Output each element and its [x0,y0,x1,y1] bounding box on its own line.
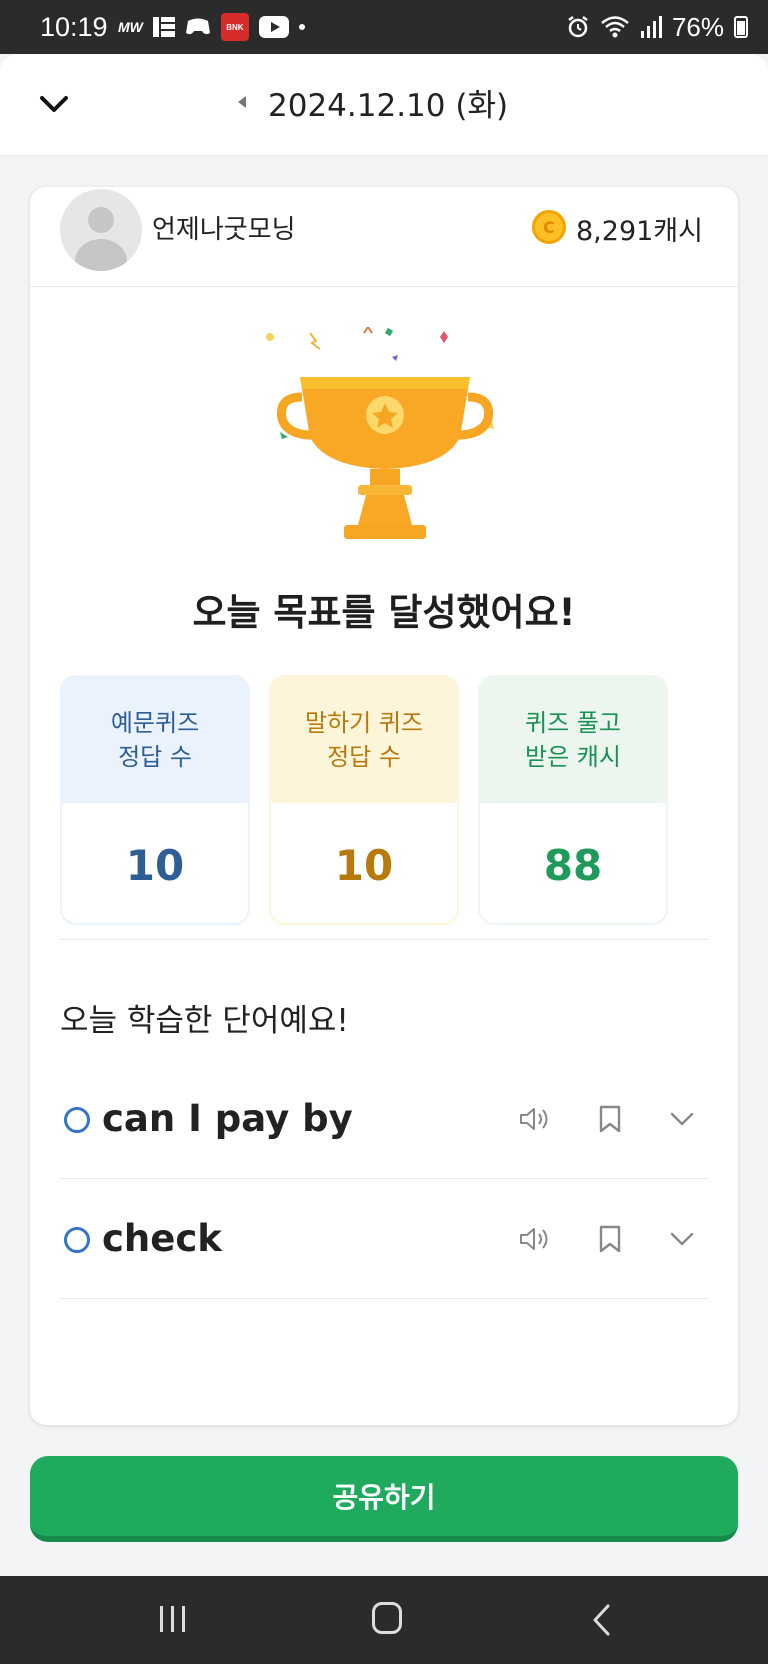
stat-label-line2: 정답 수 [118,743,192,771]
trophy-icon [266,327,494,539]
coin-icon: C [532,210,566,244]
stat-label: 말하기 퀴즈 정답 수 [271,677,457,803]
circle-icon [64,1107,90,1133]
stat-example-quiz: 예문퀴즈 정답 수 10 [60,675,250,925]
news-grid-icon [152,17,175,37]
result-card: 언제나굿모닝 C 8,291캐시 오늘 목표를 달성했어요! 예문퀴즈 정답 수… [30,187,738,1425]
stat-value: 10 [62,803,248,923]
learned-words-title: 오늘 학습한 단어예요! [60,1003,349,1039]
avatar [60,189,142,271]
dot-icon [298,24,305,30]
stat-label: 퀴즈 풀고 받은 캐시 [480,677,666,803]
header: 2024.12.10 (화) [0,54,768,156]
chevron-down-icon[interactable] [664,1221,700,1257]
home-icon[interactable] [372,1602,402,1634]
status-time: 10:19 [40,12,108,42]
previous-date-icon[interactable] [238,96,246,108]
stat-value: 10 [271,803,457,923]
notification-icons: MW BNK [118,13,305,41]
profile-row: 언제나굿모닝 C 8,291캐시 [30,187,738,287]
word-text: can I pay by [102,1097,353,1140]
speaker-icon[interactable] [516,1101,552,1137]
recent-apps-icon[interactable] [156,1602,190,1636]
wifi-icon [601,16,629,38]
back-icon[interactable] [590,1602,614,1638]
alarm-icon [568,16,588,38]
battery-icon [734,16,748,38]
chevron-down-icon[interactable] [664,1101,700,1137]
circle-icon [64,1227,90,1253]
speaker-icon[interactable] [516,1221,552,1257]
youtube-icon [258,16,289,38]
navigation-bar [0,1576,768,1664]
battery-percent: 76% [671,11,724,42]
cash-balance: 8,291캐시 [576,216,703,247]
stat-speaking-quiz: 말하기 퀴즈 정답 수 10 [269,675,459,925]
stat-value: 88 [480,803,666,923]
stat-label-line2: 정답 수 [327,743,401,771]
stat-label-line1: 예문퀴즈 [110,709,200,737]
mw-icon: MW [118,19,143,35]
status-bar: 10:19 MW BNK 76% [0,0,768,54]
word-row[interactable]: check [60,1179,708,1299]
bookmark-icon[interactable] [592,1221,628,1257]
signal-icon [640,16,662,38]
chevron-down-icon[interactable] [34,84,74,124]
bnk-bank-icon: BNK [220,13,249,41]
game-icon [185,18,210,35]
stat-label: 예문퀴즈 정답 수 [62,677,248,803]
username: 언제나굿모닝 [152,215,296,245]
word-text: check [102,1217,222,1260]
share-button[interactable]: 공유하기 [30,1456,738,1542]
date-title: 2024.12.10 (화) [268,88,509,124]
stat-label-line1: 말하기 퀴즈 [304,709,424,737]
stat-label-line1: 퀴즈 풀고 [525,709,621,737]
divider [60,1298,708,1299]
stat-label-line2: 받은 캐시 [525,743,621,771]
bookmark-icon[interactable] [592,1101,628,1137]
word-row[interactable]: can I pay by [60,1059,708,1179]
goal-achieved-title: 오늘 목표를 달성했어요! [192,591,576,634]
divider [60,939,708,940]
stat-earned-cash: 퀴즈 풀고 받은 캐시 88 [478,675,668,925]
system-icons: 76% [566,12,748,42]
